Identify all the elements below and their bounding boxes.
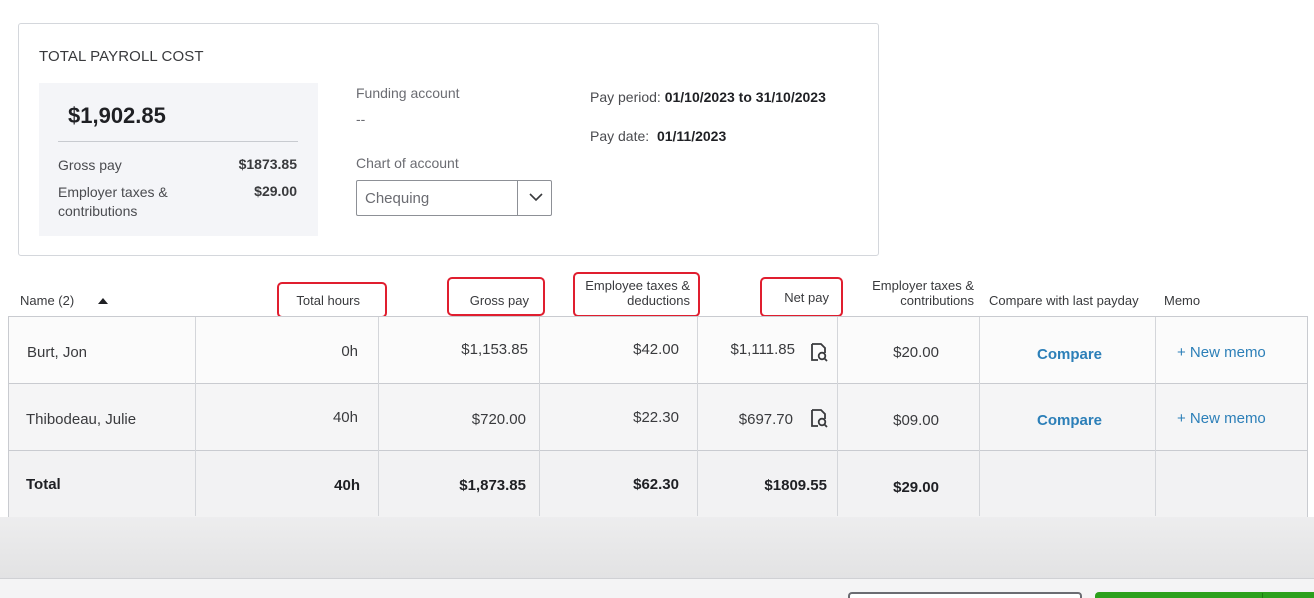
employee-name[interactable]: Burt, Jon [27,344,87,361]
secondary-action-button[interactable] [848,592,1082,598]
employer-taxes-header-line2: contributions [900,293,974,308]
pay-date-label: Pay date: [590,128,650,144]
column-header-employer-taxes[interactable]: Employer taxes & contributions [860,278,974,308]
column-header-employee-taxes[interactable]: Employee taxes & deductions [578,278,690,308]
column-divider [195,317,196,516]
column-header-name[interactable]: Name (2) [20,293,74,308]
new-memo-link[interactable]: + New memo [1177,344,1266,361]
divider [58,141,298,142]
total-hours-cell[interactable]: 0h [209,343,358,360]
chart-of-account-select[interactable]: Chequing [356,180,552,216]
column-header-total-hours[interactable]: Total hours [280,293,360,308]
net-pay-cell: $1,111.85 [730,341,795,358]
total-employee-taxes: $62.30 [633,476,679,493]
total-net-pay: $1809.55 [764,477,827,494]
total-payroll-cost: $1,902.85 [68,103,166,128]
column-divider [1155,317,1156,516]
document-search-icon[interactable] [808,407,830,429]
total-gross-pay: $1,873.85 [459,477,526,494]
sort-ascending-icon[interactable] [98,298,108,304]
employee-taxes-cell: $42.00 [633,341,679,358]
column-divider [539,317,540,516]
column-divider [697,317,698,516]
pay-period-value: 01/10/2023 to 31/10/2023 [664,89,826,105]
compare-link[interactable]: Compare [1037,346,1102,363]
employer-taxes-value: $29.00 [254,183,297,199]
payroll-table: Burt, Jon 0h $1,153.85 $42.00 $1,111.85 … [8,316,1308,517]
pay-date: Pay date: 01/11/2023 [590,128,726,144]
compare-link[interactable]: Compare [1037,412,1102,429]
payroll-summary-card: TOTAL PAYROLL COST $1,902.85 Gross pay $… [18,23,879,256]
document-search-icon[interactable] [808,341,830,363]
column-header-gross-pay[interactable]: Gross pay [450,293,529,308]
total-employer-taxes: $29.00 [893,479,939,496]
funding-account-value: -- [356,111,366,127]
primary-button-split-divider [1262,593,1263,598]
total-label: Total [26,476,61,493]
total-hours-cell[interactable]: 40h [209,409,358,426]
gross-pay-label: Gross pay [58,157,122,173]
employee-name[interactable]: Thibodeau, Julie [26,411,136,428]
net-pay-cell: $697.70 [738,411,793,428]
chart-of-account-value: Chequing [365,190,430,207]
column-header-compare[interactable]: Compare with last payday [989,293,1139,308]
card-title: TOTAL PAYROLL COST [39,48,204,65]
pay-period-label: Pay period: [590,89,661,105]
column-divider [837,317,838,516]
total-cost-box: $1,902.85 Gross pay $1873.85 Employer ta… [39,83,318,236]
employer-taxes-cell: $20.00 [893,344,939,361]
pay-date-value: 01/11/2023 [656,128,727,144]
column-divider [979,317,980,516]
column-header-memo[interactable]: Memo [1164,293,1200,308]
pay-period: Pay period: 01/10/2023 to 31/10/2023 [590,89,826,105]
employer-taxes-label: Employer taxes & contributions [58,184,168,219]
column-header-net-pay[interactable]: Net pay [762,290,829,305]
employee-taxes-cell: $22.30 [633,409,679,426]
select-separator [517,181,518,215]
gross-pay-cell: $1,153.85 [461,341,528,358]
primary-action-button[interactable] [1095,592,1314,598]
chart-of-account-label: Chart of account [356,155,459,171]
employee-taxes-header-line2: deductions [627,293,690,308]
funding-account-label: Funding account [356,85,460,101]
new-memo-link[interactable]: + New memo [1177,410,1266,427]
employee-taxes-header-line1: Employee taxes & [585,278,690,293]
gross-pay-cell: $720.00 [471,411,526,428]
employer-taxes-header-line1: Employer taxes & [872,278,974,293]
employer-taxes-cell: $09.00 [893,412,939,429]
column-divider [378,317,379,516]
total-hours-sum: 40h [334,477,360,494]
chevron-down-icon[interactable] [528,189,544,205]
gross-pay-value: $1873.85 [238,156,297,172]
